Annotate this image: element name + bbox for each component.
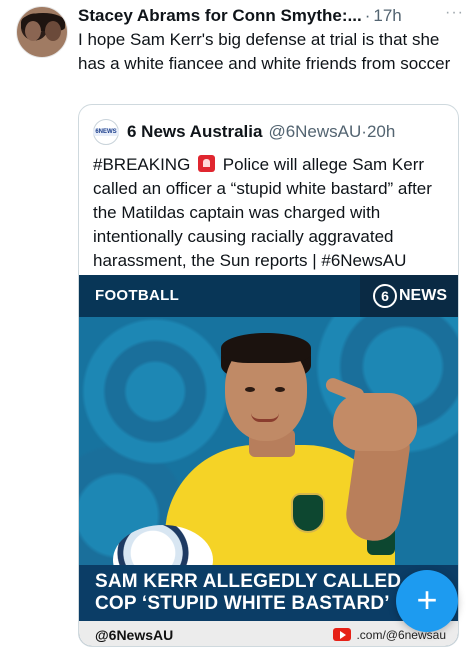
media-footer: @6NewsAU .com/@6newsau	[79, 621, 458, 646]
quoted-tweet[interactable]: 6NEWS 6 News Australia @6NewsAU · 20h #B…	[78, 104, 459, 647]
logo-number: 6	[373, 284, 397, 308]
timestamp[interactable]: 17h	[373, 6, 401, 26]
player-photo	[79, 317, 458, 565]
logo-text: NEWS	[399, 287, 447, 304]
quoted-avatar[interactable]: 6NEWS	[93, 119, 119, 145]
category-label: FOOTBALL	[95, 287, 180, 304]
eye-right	[275, 387, 285, 392]
hair-top	[221, 333, 311, 363]
quoted-avatar-text: 6NEWS	[93, 128, 119, 136]
tweet-text: I hope Sam Kerr's big defense at trial i…	[78, 30, 451, 73]
hand	[333, 393, 417, 451]
more-icon[interactable]: ···	[445, 4, 464, 22]
crest-badge	[291, 493, 325, 533]
breaking-hashtag[interactable]: #BREAKING	[93, 155, 190, 174]
quoted-text: #BREAKING Police will allege Sam Kerr ca…	[93, 153, 449, 273]
footer-handle: @6NewsAU	[95, 626, 174, 643]
author-avatar[interactable]	[16, 6, 68, 58]
siren-icon	[198, 155, 216, 172]
separator: ·	[364, 6, 371, 25]
six-news-logo: 6 NEWS	[360, 275, 458, 317]
quoted-timestamp[interactable]: 20h	[367, 122, 395, 142]
author-name[interactable]: Stacey Abrams for Conn Smythe:...	[78, 6, 362, 26]
media-topbar: FOOTBALL 6 NEWS	[79, 275, 458, 317]
quoted-handle[interactable]: @6NewsAU	[268, 122, 361, 142]
compose-button[interactable]: +	[396, 570, 458, 632]
eye-left	[245, 387, 255, 392]
quoted-author-name[interactable]: 6 News Australia	[127, 122, 262, 142]
tweet-header: Stacey Abrams for Conn Smythe:... · 17h	[78, 5, 466, 27]
quoted-header: 6NEWS 6 News Australia @6NewsAU · 20h	[93, 119, 450, 145]
compose-plus-icon: +	[416, 578, 438, 620]
youtube-icon	[333, 628, 352, 641]
